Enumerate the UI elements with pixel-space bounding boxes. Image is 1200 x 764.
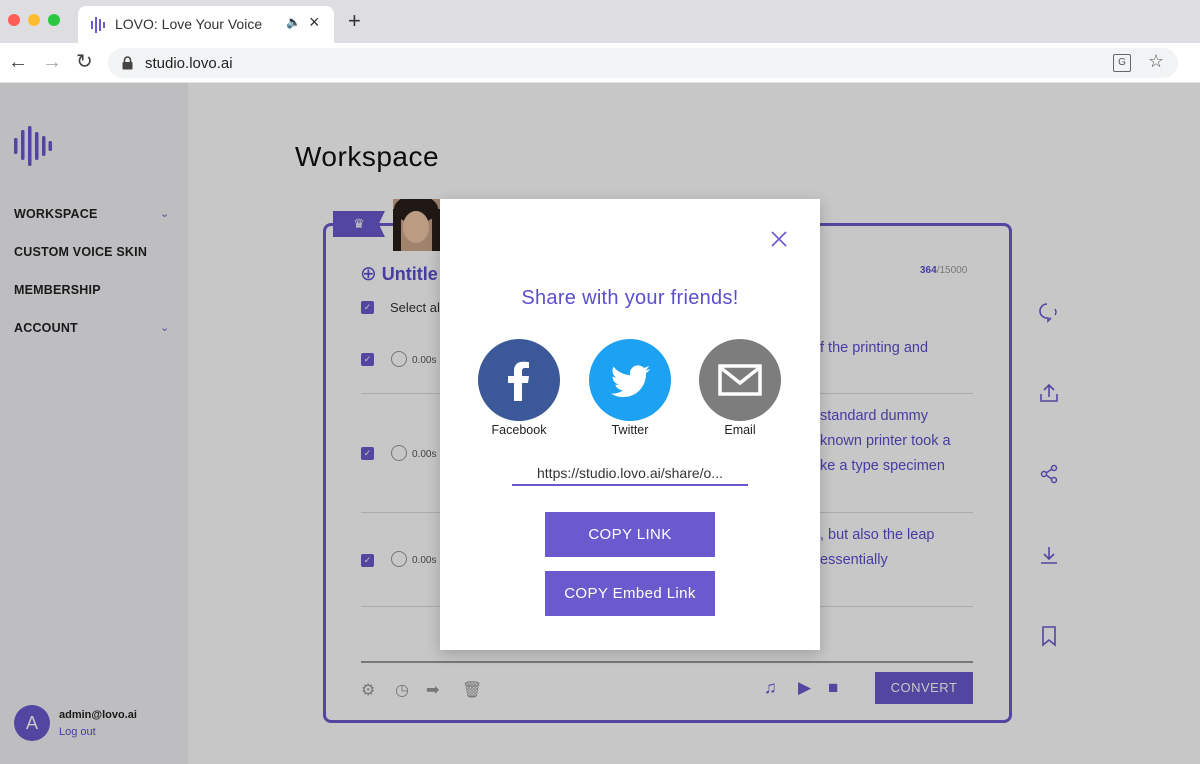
close-icon[interactable] [769, 229, 789, 249]
back-icon[interactable]: ← [8, 51, 28, 73]
copy-link-button[interactable]: COPY LINK [545, 512, 715, 557]
email-label: Email [724, 423, 756, 437]
browser-tab-bar: LOVO: Love Your Voice 🔈 × + [0, 0, 1200, 43]
tab-title: LOVO: Love Your Voice [115, 16, 263, 32]
url-text: studio.lovo.ai [145, 55, 233, 72]
bookmark-star-icon[interactable]: ☆ [1148, 51, 1164, 72]
new-tab-button[interactable]: + [348, 10, 361, 32]
share-link-field[interactable]: https://studio.lovo.ai/share/o... [512, 465, 748, 486]
twitter-share-button[interactable] [589, 339, 671, 421]
audio-playing-icon[interactable]: 🔈 [286, 15, 301, 29]
facebook-share-button[interactable] [478, 339, 560, 421]
copy-embed-link-button[interactable]: COPY Embed Link [545, 571, 715, 616]
email-share-button[interactable] [699, 339, 781, 421]
browser-toolbar: ← → ↻ studio.lovo.ai G ☆ [0, 43, 1200, 83]
reload-icon[interactable]: ↻ [76, 51, 93, 73]
close-window-button[interactable] [8, 14, 20, 26]
address-bar[interactable]: studio.lovo.ai G ☆ [108, 48, 1178, 78]
share-modal: Share with your friends! Facebook Twitte… [440, 199, 820, 650]
maximize-window-button[interactable] [48, 14, 60, 26]
translate-icon[interactable]: G [1113, 54, 1131, 72]
modal-heading: Share with your friends! [521, 287, 739, 309]
minimize-window-button[interactable] [28, 14, 40, 26]
email-icon [718, 364, 762, 396]
lovo-favicon-icon [91, 17, 105, 33]
browser-tab[interactable]: LOVO: Love Your Voice 🔈 × [78, 6, 334, 43]
close-tab-icon[interactable]: × [309, 12, 320, 33]
twitter-icon [610, 365, 650, 398]
twitter-label: Twitter [611, 423, 649, 437]
lock-icon [122, 56, 133, 70]
facebook-label: Facebook [491, 423, 547, 437]
forward-icon[interactable]: → [42, 51, 62, 73]
facebook-icon [508, 361, 529, 401]
